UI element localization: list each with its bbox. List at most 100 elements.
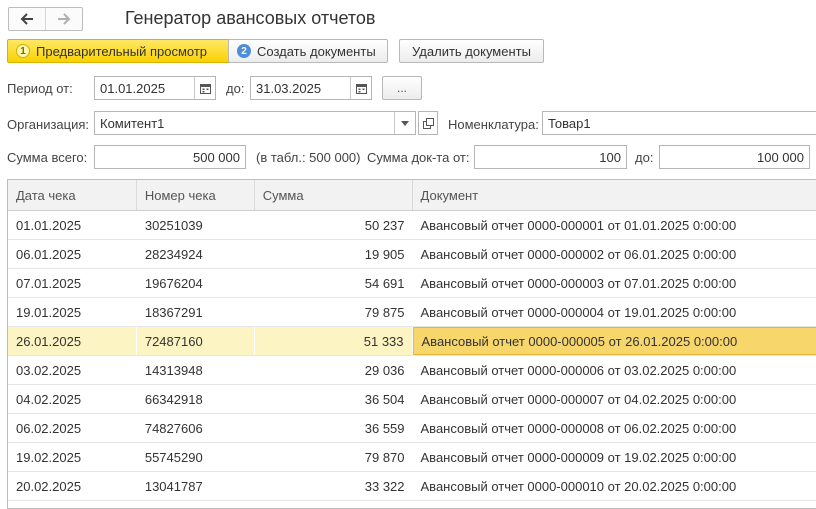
cell-number[interactable]: 72487160 [137,327,255,355]
table-row[interactable]: 20.02.2025 13041787 33 322 Авансовый отчет … [8,472,816,501]
open-window-icon [422,117,434,129]
cell-document[interactable]: Авансовый отчет 0000-000009 от 19.02.202… [413,443,816,471]
cell-sum[interactable]: 29 036 [255,356,413,384]
cell-date[interactable]: 19.02.2025 [8,443,137,471]
cell-document[interactable]: Авансовый отчет 0000-000001 от 01.01.202… [413,211,816,239]
cell-number[interactable]: 18367291 [137,298,255,326]
table-body: 01.01.2025 30251039 50 237 Авансовый отчет … [8,211,816,501]
organization-field[interactable]: Комитент1 [94,111,416,135]
cell-sum[interactable]: 36 559 [255,414,413,442]
column-header-date[interactable]: Дата чека [8,180,137,210]
cell-number[interactable]: 14313948 [137,356,255,384]
cell-sum[interactable]: 54 691 [255,269,413,297]
calendar-button-to[interactable] [350,77,371,99]
cell-sum[interactable]: 79 875 [255,298,413,326]
arrow-left-icon [20,13,33,25]
create-documents-label: Создать документы [257,43,376,59]
nomenclature-field[interactable]: Товар1 [542,111,816,135]
cell-date[interactable]: 01.01.2025 [8,211,137,239]
cell-number[interactable]: 19676204 [137,269,255,297]
step-two-badge: 2 [237,44,251,58]
cell-document[interactable]: Авансовый отчет 0000-000006 от 03.02.202… [413,356,816,384]
cell-sum[interactable]: 50 237 [255,211,413,239]
create-documents-button[interactable]: 2 Создать документы [228,39,388,63]
table-row[interactable]: 26.01.2025 72487160 51 333 Авансовый отчет … [8,327,816,356]
organization-open-button[interactable] [418,111,438,135]
doc-sum-to-value: 100 000 [757,149,804,165]
cell-number[interactable]: 55745290 [137,443,255,471]
cell-sum[interactable]: 33 322 [255,472,413,500]
cell-sum[interactable]: 51 333 [255,327,413,355]
cell-number[interactable]: 28234924 [137,240,255,268]
cell-date[interactable]: 06.02.2025 [8,414,137,442]
period-from-label: Период от: [7,81,73,96]
step-one-badge: 1 [16,44,30,58]
cell-date[interactable]: 06.01.2025 [8,240,137,268]
cell-date[interactable]: 03.02.2025 [8,356,137,384]
cell-document[interactable]: Авансовый отчет 0000-000003 от 07.01.202… [413,269,816,297]
receipts-table: Дата чека Номер чека Сумма Документ 01.0… [7,179,816,509]
cell-number[interactable]: 13041787 [137,472,255,500]
doc-sum-to-field[interactable]: 100 000 [659,145,810,169]
cell-date[interactable]: 04.02.2025 [8,385,137,413]
doc-sum-from-value: 100 [599,149,621,165]
period-from-value: 01.01.2025 [100,80,166,96]
history-nav [8,7,83,31]
delete-documents-button[interactable]: Удалить документы [399,39,544,63]
sum-total-value: 500 000 [193,149,240,165]
cell-document[interactable]: Авансовый отчет 0000-000010 от 20.02.202… [413,472,816,500]
period-from-field[interactable]: 01.01.2025 [94,76,216,100]
calendar-icon [355,83,367,94]
doc-sum-to-label: до: [635,150,654,165]
column-header-sum[interactable]: Сумма [255,180,413,210]
cell-document[interactable]: Авансовый отчет 0000-000005 от 26.01.202… [412,327,816,355]
period-to-label: до: [226,81,245,96]
cell-date[interactable]: 19.01.2025 [8,298,137,326]
arrow-right-icon [58,13,71,25]
cell-number[interactable]: 66342918 [137,385,255,413]
sum-in-table-note: (в табл.: 500 000) [256,150,361,165]
preview-button[interactable]: 1 Предварительный просмотр [7,39,247,63]
calendar-button-from[interactable] [194,77,215,99]
doc-sum-from-field[interactable]: 100 [474,145,627,169]
table-row[interactable]: 06.02.2025 74827606 36 559 Авансовый отчет … [8,414,816,443]
period-to-field[interactable]: 31.03.2025 [250,76,372,100]
chevron-down-icon [401,120,409,126]
forward-button[interactable] [45,8,82,30]
cell-document[interactable]: Авансовый отчет 0000-000004 от 19.01.202… [413,298,816,326]
organization-dropdown-button[interactable] [394,112,415,134]
table-row[interactable]: 19.01.2025 18367291 79 875 Авансовый отчет … [8,298,816,327]
table-row[interactable]: 06.01.2025 28234924 19 905 Авансовый отчет … [8,240,816,269]
table-header: Дата чека Номер чека Сумма Документ [8,180,816,211]
back-button[interactable] [9,8,45,30]
nomenclature-label: Номенклатура: [448,117,539,132]
cell-date[interactable]: 07.01.2025 [8,269,137,297]
organization-value: Комитент1 [100,115,165,131]
table-row[interactable]: 04.02.2025 66342918 36 504 Авансовый отчет … [8,385,816,414]
cell-sum[interactable]: 36 504 [255,385,413,413]
table-row[interactable]: 07.01.2025 19676204 54 691 Авансовый отчет … [8,269,816,298]
period-select-button[interactable]: ... [382,76,422,100]
nomenclature-value: Товар1 [548,115,591,131]
cell-number[interactable]: 30251039 [137,211,255,239]
table-row[interactable]: 03.02.2025 14313948 29 036 Авансовый отчет … [8,356,816,385]
period-to-value: 31.03.2025 [256,80,322,96]
organization-label: Организация: [7,117,90,132]
column-header-number[interactable]: Номер чека [137,180,255,210]
cell-document[interactable]: Авансовый отчет 0000-000002 от 06.01.202… [413,240,816,268]
sum-total-field[interactable]: 500 000 [94,145,246,169]
cell-document[interactable]: Авансовый отчет 0000-000008 от 06.02.202… [413,414,816,442]
sum-total-label: Сумма всего: [7,150,88,165]
cell-document[interactable]: Авансовый отчет 0000-000007 от 04.02.202… [413,385,816,413]
column-header-document[interactable]: Документ [413,180,816,210]
table-row[interactable]: 19.02.2025 55745290 79 870 Авансовый отчет … [8,443,816,472]
doc-sum-from-label: Сумма док-та от: [367,150,470,165]
table-row[interactable]: 01.01.2025 30251039 50 237 Авансовый отчет … [8,211,816,240]
preview-button-label: Предварительный просмотр [36,43,208,59]
cell-date[interactable]: 26.01.2025 [8,327,137,355]
cell-sum[interactable]: 79 870 [255,443,413,471]
cell-sum[interactable]: 19 905 [255,240,413,268]
cell-date[interactable]: 20.02.2025 [8,472,137,500]
delete-documents-label: Удалить документы [412,43,531,59]
cell-number[interactable]: 74827606 [137,414,255,442]
